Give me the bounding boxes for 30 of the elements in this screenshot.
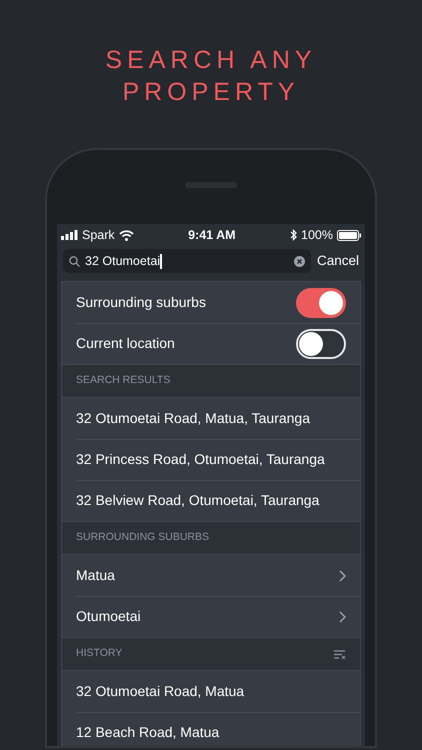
clock-time: 9:41 AM bbox=[188, 226, 236, 244]
section-header: SURROUNDING SUBURBS bbox=[76, 530, 210, 546]
list-item[interactable]: 12 Beach Road, Matua bbox=[62, 712, 360, 746]
carrier-name: Spark bbox=[82, 226, 115, 244]
toggle-label: Current location bbox=[76, 334, 175, 353]
list-item[interactable]: 32 Otumoetai Road, Matua bbox=[62, 671, 360, 712]
clear-icon bbox=[294, 256, 305, 266]
search-field[interactable]: 32 Otumoetai bbox=[63, 249, 311, 273]
search-icon bbox=[69, 256, 80, 266]
list-item[interactable]: 32 Belview Road, Otumoetai, Tauranga bbox=[62, 480, 360, 521]
search-value: 32 Otumoetai bbox=[85, 252, 160, 270]
list-item[interactable]: Otumoetai bbox=[62, 596, 360, 637]
section-header: SEARCH RESULTS bbox=[76, 373, 170, 388]
chevron-right-icon bbox=[339, 570, 346, 582]
battery-percent: 100% bbox=[301, 226, 333, 244]
list-item[interactable]: 32 Princess Road, Otumoetai, Tauranga bbox=[62, 439, 360, 480]
signal-icon bbox=[61, 230, 78, 240]
list-item[interactable]: 32 Otumoetai Road, Matua, Tauranga bbox=[62, 398, 360, 439]
toggle-switch[interactable] bbox=[296, 288, 346, 318]
bluetooth-icon bbox=[290, 229, 297, 241]
toggle-label: Surrounding suburbs bbox=[76, 293, 206, 312]
headline: SEARCH ANY PROPERTY bbox=[104, 45, 318, 108]
cancel-button[interactable]: Cancel bbox=[316, 250, 359, 272]
section-header: HISTORY bbox=[76, 646, 122, 662]
list-item[interactable]: Matua bbox=[62, 555, 360, 596]
battery-icon bbox=[336, 230, 361, 240]
chevron-right-icon bbox=[339, 610, 346, 622]
clear-list-icon[interactable] bbox=[334, 650, 346, 658]
text-cursor bbox=[160, 254, 162, 268]
wifi-icon bbox=[118, 230, 134, 240]
